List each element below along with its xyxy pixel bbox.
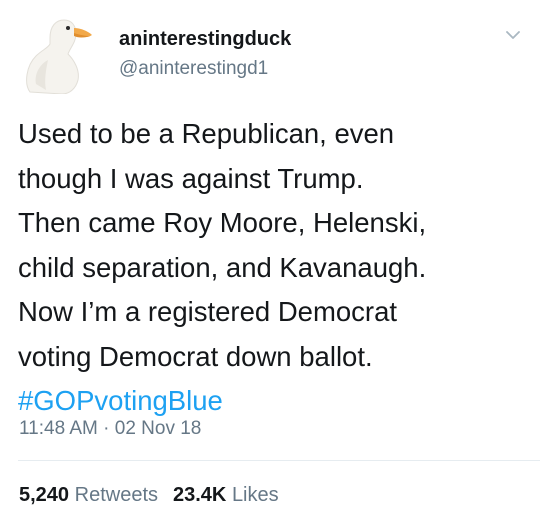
tweet-line: child separation, and Kavanaugh. bbox=[18, 251, 427, 283]
tweet-line: Now I’m a registered Democrat bbox=[18, 296, 398, 327]
user-handle[interactable]: @aninterestingd1 bbox=[119, 58, 268, 80]
likes-stat[interactable]: 23.4K Likes bbox=[173, 484, 279, 506]
avatar[interactable] bbox=[22, 14, 100, 95]
tweet-line: Used to be a Republican, even bbox=[18, 118, 395, 149]
engagement-stats: 5,240 Retweets 23.4K Likes bbox=[19, 484, 279, 507]
duck-icon bbox=[26, 19, 92, 95]
likes-count: 23.4K bbox=[173, 484, 227, 506]
tweet-text: Used to be a Republican, even though I w… bbox=[18, 112, 528, 424]
retweets-label: Retweets bbox=[74, 484, 158, 506]
tweet-line: Then came Roy Moore, Helenski, bbox=[18, 207, 427, 238]
tweet-time: 11:48 AM bbox=[19, 418, 98, 439]
likes-label: Likes bbox=[231, 484, 279, 506]
divider bbox=[18, 460, 540, 461]
tweet-line: though I was against Trump. bbox=[18, 162, 364, 194]
tweet-date: 02 Nov 18 bbox=[114, 418, 202, 439]
display-name[interactable]: aninterestingduck bbox=[119, 28, 291, 51]
tweet-card: aninterestingduck @aninterestingd1 Used … bbox=[0, 0, 540, 516]
retweets-count: 5,240 bbox=[19, 484, 70, 506]
chevron-down-icon[interactable] bbox=[505, 28, 521, 40]
retweets-stat[interactable]: 5,240 Retweets bbox=[19, 484, 158, 506]
timestamp-separator: · bbox=[97, 418, 115, 439]
hashtag-link[interactable]: #GOPvotingBlue bbox=[18, 379, 528, 424]
tweet-line: voting Democrat down ballot. bbox=[18, 340, 373, 372]
timestamp[interactable]: 11:48 AM · 02 Nov 18 bbox=[19, 418, 201, 440]
